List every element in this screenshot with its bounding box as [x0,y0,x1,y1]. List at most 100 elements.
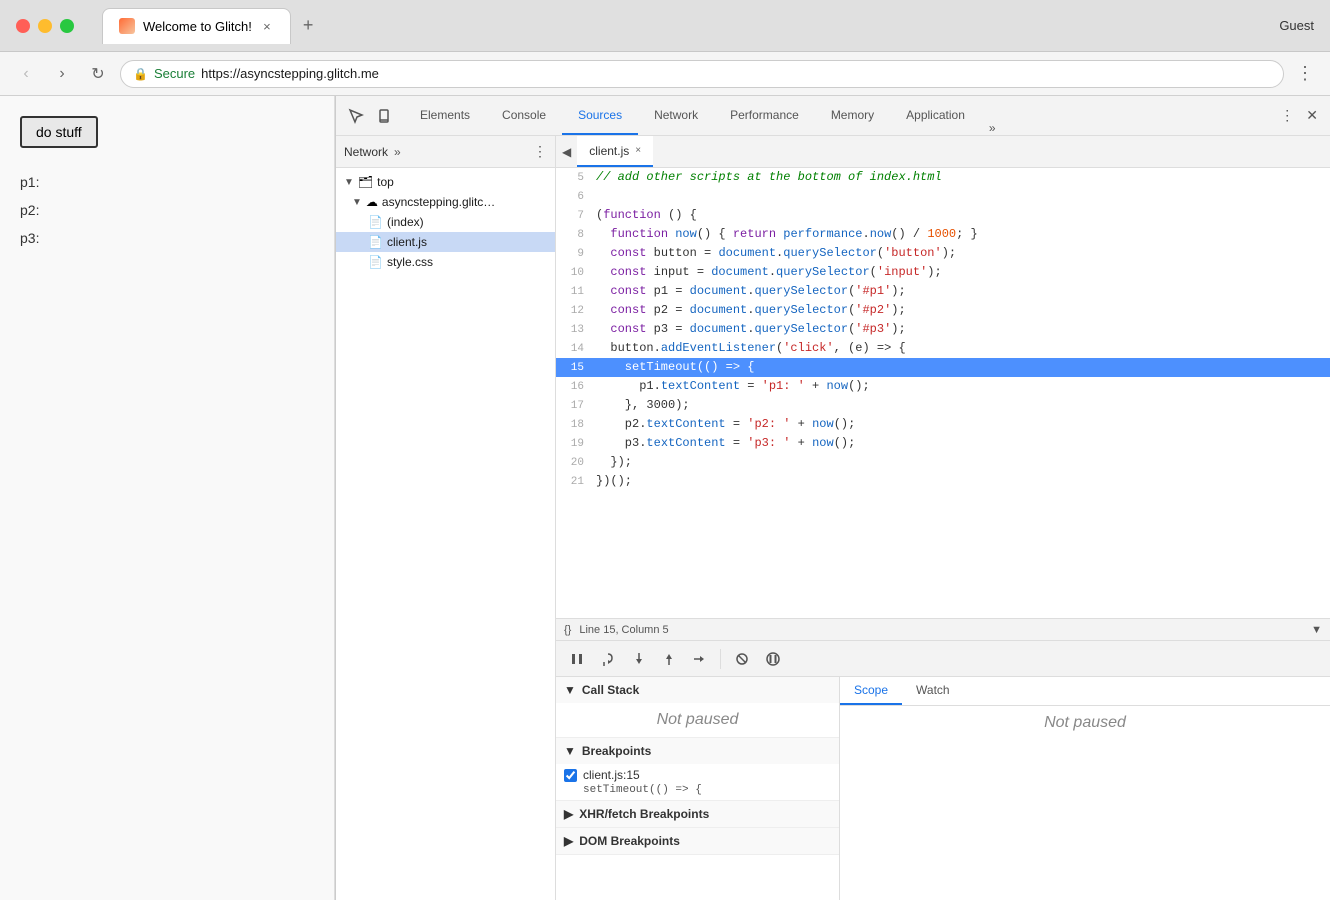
tab-title: Welcome to Glitch! [143,19,252,34]
breakpoint-item-1: client.js:15 setTimeout(() => { [556,764,839,800]
code-line-12: 12 const p2 = document.querySelector('#p… [556,301,1330,320]
devtools-menu-icon[interactable]: ⋮ [1276,103,1298,128]
browser-tab[interactable]: Welcome to Glitch! × [102,8,291,44]
code-line-19: 19 p3.textContent = 'p3: ' + now(); [556,434,1330,453]
async-button[interactable] [759,647,787,671]
page-content: do stuff p1: p2: p3: [0,96,335,900]
address-input[interactable]: 🔒 Secure https://asyncstepping.glitch.me [120,60,1284,88]
code-tab-close[interactable]: × [635,145,641,156]
minimize-window-button[interactable] [38,19,52,33]
code-line-7: 7 (function () { [556,206,1330,225]
pause-resume-button[interactable] [564,648,590,670]
statusbar-dropdown[interactable]: ▼ [1311,624,1322,636]
format-icon[interactable]: {} [564,624,571,636]
code-line-20: 20 }); [556,453,1330,472]
devtools-tabs: Elements Console Sources Network Perform… [404,96,1004,135]
code-line-5: 5 // add other scripts at the bottom of … [556,168,1330,187]
code-line-21: 21 })(); [556,472,1330,491]
breakpoint-checkbox[interactable] [564,769,577,782]
guest-label: Guest [1279,18,1314,33]
watch-tab[interactable]: Watch [902,677,964,705]
file-panel-menu[interactable]: ⋮ [533,143,547,160]
code-line-17: 17 }, 3000); [556,396,1330,415]
code-line-11: 11 const p1 = document.querySelector('#p… [556,282,1330,301]
xhr-breakpoints-header[interactable]: ▶ XHR/fetch Breakpoints [556,801,839,827]
code-panel: ◀ client.js × 5 // add other scripts at … [556,136,1330,900]
more-tabs-button[interactable]: » [981,121,1004,135]
call-stack-header[interactable]: ▼ Call Stack [556,677,839,703]
code-nav-back[interactable]: ◀ [556,141,577,163]
clientjs-file-label: client.js [387,235,427,249]
back-button[interactable]: ‹ [12,60,40,88]
call-stack-content: Not paused [556,703,839,737]
step-over-button[interactable] [594,647,622,671]
address-bar: ‹ › ↻ 🔒 Secure https://asyncstepping.gli… [0,52,1330,96]
xhr-breakpoints-section: ▶ XHR/fetch Breakpoints [556,801,839,828]
file-tree-item-origin[interactable]: ▼ ☁ asyncstepping.glitc… [336,192,555,212]
tab-favicon [119,18,135,34]
file-tree-item-stylecss[interactable]: 📄 style.css [336,252,555,272]
tab-network[interactable]: Network [638,96,714,135]
xhr-arrow: ▶ [564,807,573,821]
do-stuff-button[interactable]: do stuff [20,116,98,148]
chevron-down-icon: ▼ [344,177,354,188]
tab-close-button[interactable]: × [260,19,274,33]
file-tree-item-clientjs[interactable]: 📄 client.js [336,232,555,252]
network-label: Network [344,145,388,159]
breakpoints-header[interactable]: ▼ Breakpoints [556,738,839,764]
breakpoints-section: ▼ Breakpoints client.js:15 setTimeout(()… [556,738,839,801]
code-line-8: 8 function now() { return performance.no… [556,225,1330,244]
page-paragraphs: p1: p2: p3: [20,168,314,252]
call-stack-label: Call Stack [582,683,639,697]
devtools-close-button[interactable]: ✕ [1302,103,1322,128]
tab-memory[interactable]: Memory [815,96,890,135]
breakpoints-arrow: ▼ [564,744,576,758]
code-line-15: 15 setTimeout(() => { [556,358,1330,377]
step-out-button[interactable] [656,648,682,670]
breakpoint-file: client.js:15 [583,768,702,782]
tab-application[interactable]: Application [890,96,981,135]
file-tree-item-top[interactable]: ▼ 🗂 top [336,172,555,192]
origin-label: asyncstepping.glitc… [382,195,495,209]
code-tab-clientjs[interactable]: client.js × [577,136,653,167]
debugger-divider [720,649,721,669]
reload-button[interactable]: ↻ [84,60,112,88]
step-button[interactable] [686,648,712,670]
dom-breakpoints-header[interactable]: ▶ DOM Breakpoints [556,828,839,854]
code-statusbar: {} Line 15, Column 5 ▼ [556,618,1330,640]
tab-sources[interactable]: Sources [562,96,638,135]
scope-tab[interactable]: Scope [840,677,902,705]
code-line-14: 14 button.addEventListener('click', (e) … [556,339,1330,358]
tab-performance[interactable]: Performance [714,96,815,135]
close-window-button[interactable] [16,19,30,33]
file-html-icon: 📄 [368,215,383,229]
secure-text: Secure [154,66,195,81]
file-tree-item-index[interactable]: 📄 (index) [336,212,555,232]
devtools-topbar-right: ⋮ ✕ [1276,103,1330,128]
debugger-toolbar [556,641,1330,677]
step-into-button[interactable] [626,648,652,670]
deactivate-breakpoints-button[interactable] [729,648,755,670]
traffic-lights [16,19,74,33]
call-stack-arrow: ▼ [564,683,576,697]
forward-button[interactable]: › [48,60,76,88]
url-text: https://asyncstepping.glitch.me [201,66,379,81]
device-toolbar-icon[interactable] [372,104,396,128]
tab-console[interactable]: Console [486,96,562,135]
tab-elements[interactable]: Elements [404,96,486,135]
cursor-position: Line 15, Column 5 [579,624,668,636]
new-tab-button[interactable]: + [291,9,326,42]
left-debugger: ▼ Call Stack Not paused ▼ Breakpoints [556,677,840,900]
file-css-icon: 📄 [368,255,383,269]
maximize-window-button[interactable] [60,19,74,33]
code-editor[interactable]: 5 // add other scripts at the bottom of … [556,168,1330,618]
inspect-element-icon[interactable] [344,104,368,128]
more-sources-button[interactable]: » [392,143,403,161]
p1-label: p1: [20,168,314,196]
code-line-18: 18 p2.textContent = 'p2: ' + now(); [556,415,1330,434]
file-panel: Network » ⋮ ▼ 🗂 top ▼ ☁ asyncstepp [336,136,556,900]
tab-bar: Welcome to Glitch! × + [102,8,325,44]
main-layout: do stuff p1: p2: p3: Elements [0,96,1330,900]
browser-more-button[interactable]: ⋮ [1292,59,1318,88]
xhr-breakpoints-label: XHR/fetch Breakpoints [579,807,709,821]
